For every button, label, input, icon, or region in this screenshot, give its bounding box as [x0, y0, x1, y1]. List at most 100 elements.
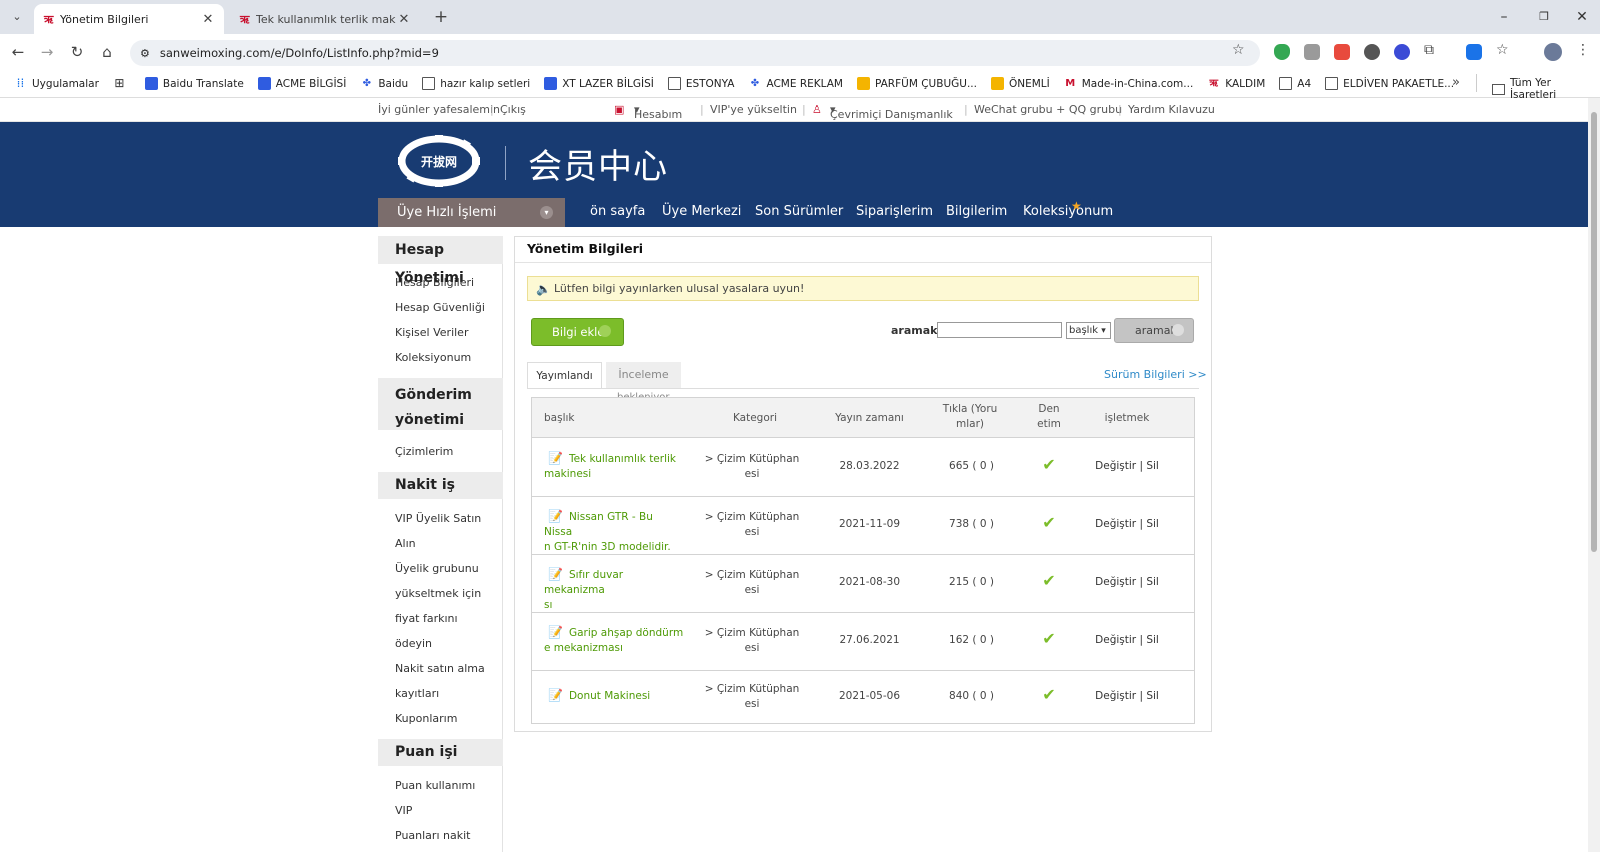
bookmark-item[interactable]: A4 — [1279, 77, 1311, 90]
more-bookmarks-icon[interactable]: » — [1452, 75, 1460, 90]
bookmark-item[interactable]: XT LAZER BİLGİSİ — [544, 77, 654, 90]
bookmark-item[interactable]: ESTONYA — [667, 77, 734, 90]
bookmark-item[interactable]: ACME BİLGİSİ — [257, 77, 346, 90]
sidebar-item-personal-data[interactable]: Kişisel Veriler — [395, 326, 468, 339]
sidebar-item-vip-buy[interactable]: Alın — [395, 537, 416, 550]
edit-link[interactable]: Değiştir — [1095, 634, 1136, 646]
close-window-icon[interactable]: ✕ — [1562, 6, 1600, 28]
back-icon[interactable]: ← — [7, 41, 29, 63]
new-tab-icon[interactable]: + — [430, 6, 452, 28]
extension-icon[interactable] — [1334, 44, 1350, 60]
close-tab-icon[interactable]: ✕ — [200, 12, 216, 27]
version-info-link[interactable]: Sürüm Bilgileri >> — [1104, 368, 1207, 381]
bookmark-item[interactable]: Baidu Translate — [144, 77, 244, 90]
row-title-link[interactable]: 📝 Tek kullanımlık terlik makinesi — [544, 451, 684, 482]
reading-list-icon[interactable]: ☆ — [1496, 42, 1509, 58]
search-label: aramak: — [891, 324, 942, 337]
nav-my-orders[interactable]: Siparişlerim — [856, 204, 933, 219]
edit-link[interactable]: Değiştir — [1095, 518, 1136, 530]
tab-pending-review[interactable]: İnceleme — [606, 362, 681, 388]
sidebar-item-upgrade-group[interactable]: ödeyin — [395, 637, 432, 650]
restore-icon[interactable]: ❐ — [1524, 6, 1564, 28]
sidebar-item-account-security[interactable]: Hesap Güvenliği — [395, 301, 485, 314]
nav-latest-releases[interactable]: Son Sürümler — [755, 204, 843, 219]
row-title-link[interactable]: 📝 Donut Makinesi — [544, 688, 684, 704]
forward-icon[interactable]: → — [36, 41, 58, 63]
address-bar[interactable]: ⚙ sanweimoxing.com/e/DoInfo/ListInfo.php… — [130, 40, 1260, 66]
bookmark-item[interactable]: ✤ ACME REKLAM — [748, 77, 843, 90]
nav-my-collection[interactable]: Koleksiyonum — [1023, 204, 1113, 219]
row-title-link[interactable]: 📝 Sıfır duvar mekanizma sı — [544, 567, 684, 613]
scrollbar-thumb[interactable] — [1591, 112, 1597, 552]
edit-link[interactable]: Değiştir — [1095, 460, 1136, 472]
my-account-menu[interactable]: Hesabım ▾ — [634, 103, 682, 121]
apps-grid-icon: ⁞⁞ — [16, 76, 25, 90]
sidebar-item-account-info[interactable]: Hesap Bilgileri — [395, 276, 474, 289]
extension-icon[interactable] — [1394, 44, 1410, 60]
tab-published[interactable]: Yayımlandı — [527, 362, 602, 388]
sidebar-item-points-cash[interactable]: Puanları nakit — [395, 829, 470, 842]
sidebar-item-upgrade-group[interactable]: Üyelik grubunu — [395, 562, 479, 575]
bookmark-item[interactable]: ऋ KALDIM — [1207, 77, 1266, 90]
sidebar-item-cash-records[interactable]: kayıtları — [395, 687, 439, 700]
sidebar-item-vip[interactable]: VIP — [395, 804, 412, 817]
bookmark-item[interactable]: ⊞ — [113, 77, 131, 90]
row-category: > Çizim Kütüphan esi — [704, 511, 800, 538]
browser-tab[interactable]: ऋ Tek kullanımlık terlik makinesi 3 ✕ — [230, 4, 420, 34]
bookmark-apps[interactable]: ⁞⁞ Uygulamalar — [14, 77, 99, 90]
search-field-select[interactable]: başlık ▾ — [1066, 322, 1111, 339]
delete-link[interactable]: Sil — [1146, 460, 1159, 472]
sidebar-item-vip-buy[interactable]: VIP Üyelik Satın — [395, 512, 481, 525]
bookmark-item[interactable]: M Made-in-China.com... — [1064, 77, 1193, 90]
reload-icon[interactable]: ↻ — [66, 41, 88, 63]
delete-link[interactable]: Sil — [1146, 634, 1159, 646]
sidebar-item-cash-records[interactable]: Nakit satın alma — [395, 662, 485, 675]
delete-link[interactable]: Sil — [1146, 690, 1159, 702]
edit-link[interactable]: Değiştir — [1095, 576, 1136, 588]
bookmark-item[interactable]: ÖNEMLİ — [990, 77, 1050, 90]
help-link[interactable]: Yardım Kılavuzu — [1128, 103, 1215, 116]
nav-my-info[interactable]: Bilgilerim — [946, 204, 1007, 219]
menu-kebab-icon[interactable]: ⋮ — [1576, 42, 1590, 58]
home-icon[interactable]: ⌂ — [96, 41, 118, 63]
sidebar-item-points-usage[interactable]: Puan kullanımı — [395, 779, 475, 792]
sidebar-item-coupons[interactable]: Kuponlarım — [395, 712, 457, 725]
delete-link[interactable]: Sil — [1146, 518, 1159, 530]
extension-icon[interactable] — [1364, 44, 1380, 60]
logout-link[interactable]: Çıkış — [500, 103, 526, 116]
nav-member-center[interactable]: Üye Merkezi — [662, 204, 741, 219]
sidebar-item-upgrade-group[interactable]: yükseltmek için — [395, 587, 481, 600]
delete-link[interactable]: Sil — [1146, 576, 1159, 588]
profile-avatar[interactable] — [1544, 43, 1562, 61]
extension-icon[interactable] — [1304, 44, 1320, 60]
puzzle-extensions-icon[interactable]: ⧉ — [1424, 42, 1434, 58]
vip-upgrade-link[interactable]: VIP'ye yükseltin — [710, 103, 797, 116]
shield-extension-icon[interactable] — [1274, 44, 1290, 60]
close-tab-icon[interactable]: ✕ — [396, 12, 412, 27]
url-text: sanweimoxing.com/e/DoInfo/ListInfo.php?m… — [159, 46, 439, 60]
minimize-icon[interactable]: – — [1484, 6, 1524, 28]
edit-link[interactable]: Değiştir — [1095, 690, 1136, 702]
bookmark-item[interactable]: ELDİVEN PAKAETLE... — [1325, 77, 1454, 90]
bookmark-item[interactable]: ✤ Baidu — [360, 77, 409, 90]
tab-search-chevron-icon[interactable]: ⌄ — [6, 6, 28, 28]
sidebar-item-collection[interactable]: Koleksiyonum — [395, 351, 471, 364]
nav-home[interactable]: ön sayfa — [590, 204, 645, 219]
search-input[interactable] — [937, 322, 1062, 338]
bookmark-star-icon[interactable]: ☆ — [1232, 42, 1245, 58]
browser-tab-active[interactable]: ऋ Yönetim Bilgileri ✕ — [34, 4, 224, 34]
add-info-button[interactable]: Bilgi ekle — [531, 318, 624, 346]
row-title-link[interactable]: 📝 Nissan GTR - Bu Nissa n GT-R'nin 3D mode… — [544, 509, 684, 555]
sidebar-item-my-drawings[interactable]: Çizimlerim — [395, 445, 453, 458]
site-logo[interactable]: 开拔网 — [398, 135, 480, 187]
site-settings-icon[interactable]: ⚙ — [140, 47, 150, 60]
sidebar-item-upgrade-group[interactable]: fiyat farkını — [395, 612, 458, 625]
online-consult-menu[interactable]: Çevrimiçi Danışmanlık ▾ — [830, 103, 953, 121]
translate-icon[interactable] — [1466, 44, 1482, 60]
row-title-link[interactable]: 📝 Garip ahşap döndürm e mekanizması — [544, 625, 684, 656]
bookmark-item[interactable]: hazır kalıp setleri — [422, 77, 530, 90]
search-button[interactable]: aramak — [1114, 318, 1194, 343]
member-quick-actions-dropdown[interactable]: Üye Hızlı İşlemi ▾ — [378, 198, 565, 227]
wechat-qq-link[interactable]: WeChat grubu + QQ grubu — [974, 103, 1122, 116]
bookmark-item[interactable]: PARFÜM ÇUBUĞU... — [856, 77, 977, 90]
